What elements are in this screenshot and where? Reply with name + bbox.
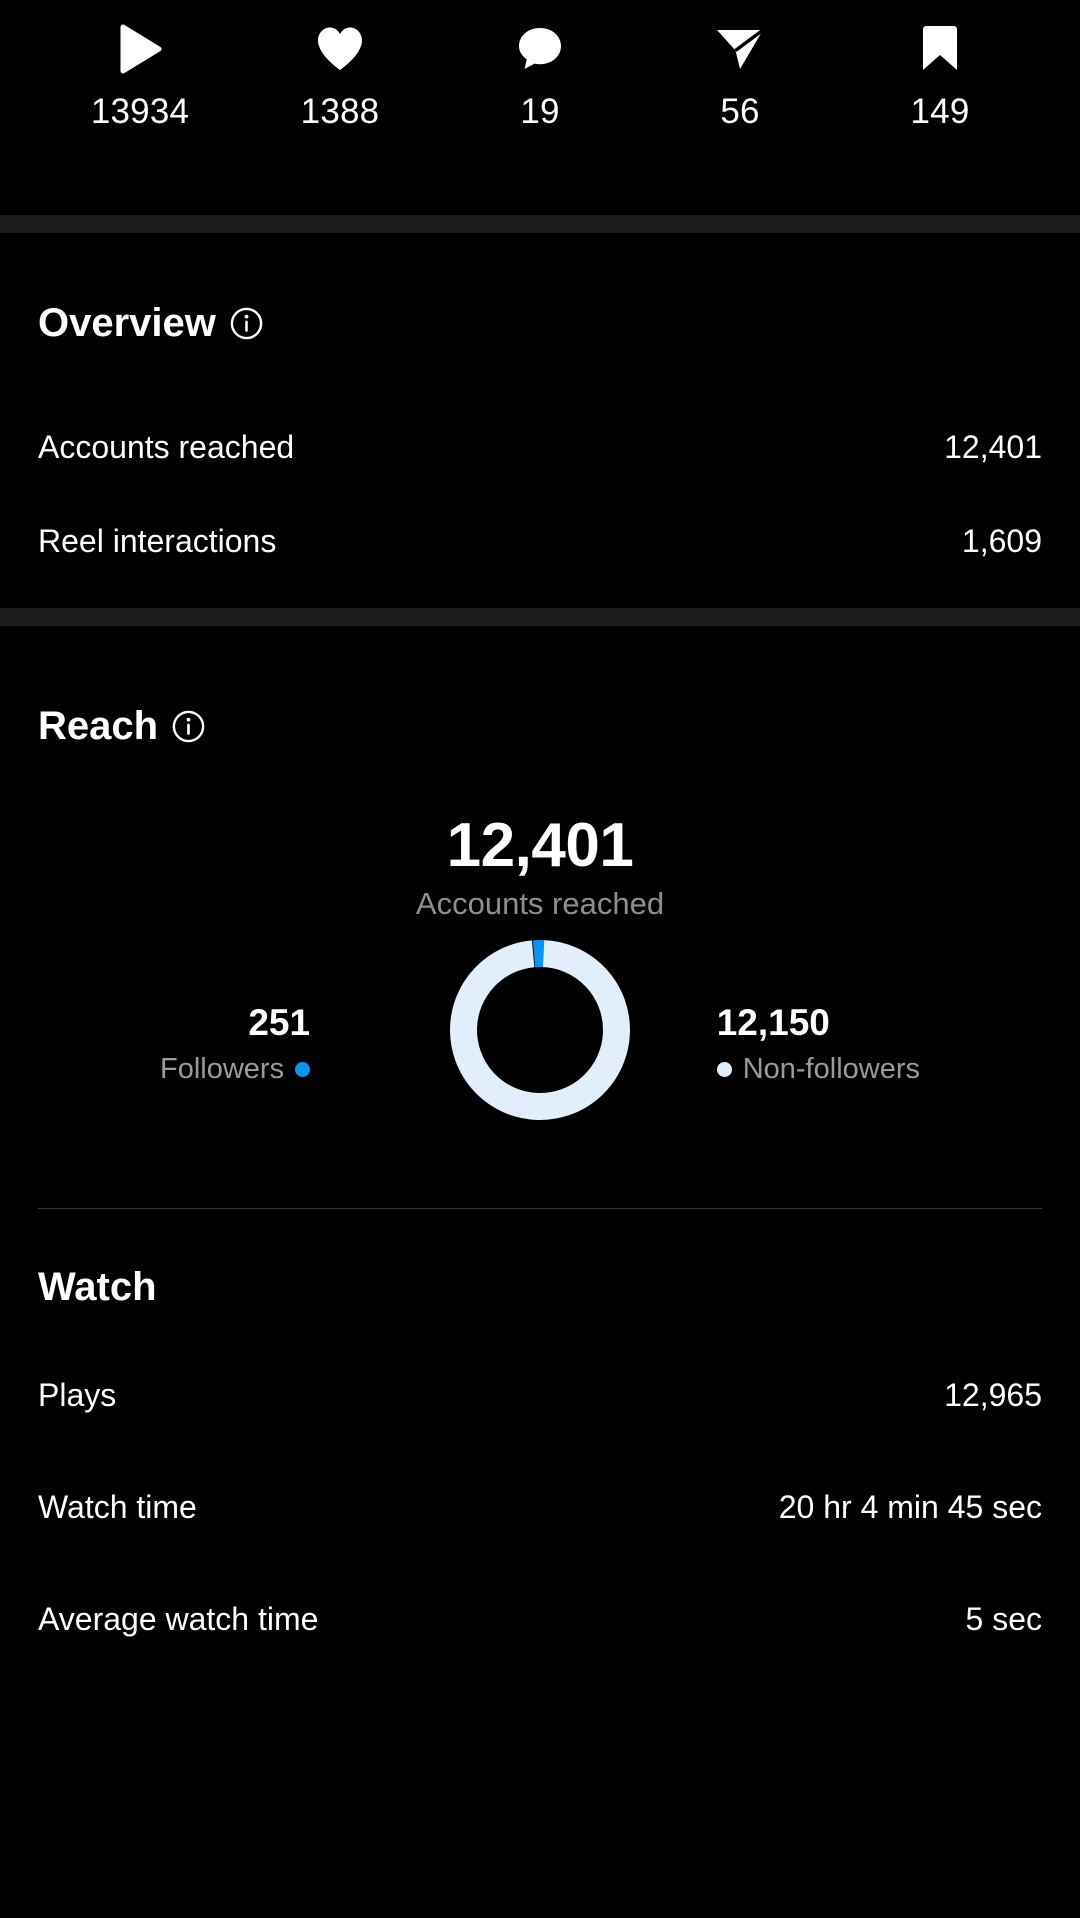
info-circle-icon[interactable] — [172, 710, 205, 743]
reach-total-label: Accounts reached — [415, 886, 665, 922]
stat-likes[interactable]: 1388 — [240, 18, 440, 132]
watch-row-label: Watch time — [38, 1488, 197, 1525]
engagement-stats-bar: 13934 1388 19 56 149 — [0, 0, 1080, 215]
watch-row-value: 5 sec — [965, 1600, 1042, 1637]
stat-shares-count: 56 — [720, 92, 760, 131]
watch-title: Watch — [38, 1265, 157, 1310]
watch-row-value: 12,965 — [944, 1376, 1042, 1413]
comment-icon — [516, 18, 564, 80]
legend-non-followers-value: 12,150 — [716, 1002, 830, 1044]
reach-total: 12,401 Accounts reached — [38, 813, 1042, 922]
legend-non-followers-dot — [716, 1062, 732, 1078]
stat-likes-count: 1388 — [300, 92, 380, 131]
watch-header: Watch — [38, 1265, 1042, 1310]
legend-followers-value: 251 — [248, 1002, 311, 1044]
overview-section: Overview Accounts reached 12,401 Reel in… — [0, 233, 1080, 608]
watch-row-label: Plays — [38, 1376, 117, 1413]
overview-row-value: 1,609 — [961, 522, 1042, 559]
play-icon — [117, 18, 163, 80]
legend-followers-dot — [295, 1062, 311, 1078]
stat-comments-count: 19 — [520, 92, 560, 131]
legend-followers-label: Followers — [160, 1053, 285, 1086]
stat-saves[interactable]: 149 — [840, 18, 1040, 132]
reach-section: Reach 12,401 Accounts reached 251 Follow… — [0, 626, 1080, 1170]
overview-row-accounts-reached[interactable]: Accounts reached 12,401 — [38, 418, 1042, 476]
info-circle-icon[interactable] — [230, 307, 263, 340]
watch-row-label: Average watch time — [38, 1600, 319, 1637]
legend-non-followers[interactable]: 12,150 Non-followers — [716, 1002, 920, 1086]
reach-legend: 251 Followers 12,150 Non-followers — [38, 1002, 1042, 1086]
reach-total-value: 12,401 — [446, 811, 634, 880]
stat-plays-count: 13934 — [90, 92, 190, 131]
stat-comments[interactable]: 19 — [440, 18, 640, 132]
stat-plays[interactable]: 13934 — [40, 18, 240, 132]
stat-shares[interactable]: 56 — [640, 18, 840, 132]
legend-followers[interactable]: 251 Followers — [160, 1002, 311, 1086]
section-divider-band-1 — [0, 215, 1080, 233]
reel-insights-screen: 13934 1388 19 56 149 Overview Accounts r… — [0, 0, 1080, 1918]
overview-title: Overview — [38, 301, 216, 345]
watch-section: Watch Plays 12,965 Watch time 20 hr 4 mi… — [0, 1209, 1080, 1646]
bookmark-icon — [919, 18, 961, 80]
legend-non-followers-label: Non-followers — [742, 1053, 920, 1086]
heart-icon — [315, 18, 365, 80]
watch-row-value: 20 hr 4 min 45 sec — [778, 1488, 1042, 1525]
watch-row-plays[interactable]: Plays 12,965 — [38, 1368, 1042, 1422]
share-icon — [714, 18, 766, 80]
watch-row-watch-time[interactable]: Watch time 20 hr 4 min 45 sec — [38, 1480, 1042, 1534]
overview-row-label: Accounts reached — [38, 428, 295, 465]
overview-row-label: Reel interactions — [38, 522, 277, 559]
stat-saves-count: 149 — [910, 92, 970, 131]
watch-row-average-watch-time[interactable]: Average watch time 5 sec — [38, 1592, 1042, 1646]
reach-title: Reach — [38, 704, 159, 748]
section-divider-band-2 — [0, 608, 1080, 626]
overview-row-value: 12,401 — [944, 428, 1042, 465]
reach-donut-area: 251 Followers 12,150 Non-followers — [38, 940, 1042, 1170]
overview-row-reel-interactions[interactable]: Reel interactions 1,609 — [38, 512, 1042, 570]
overview-header: Overview — [38, 301, 1042, 346]
reach-header: Reach — [38, 704, 1042, 749]
